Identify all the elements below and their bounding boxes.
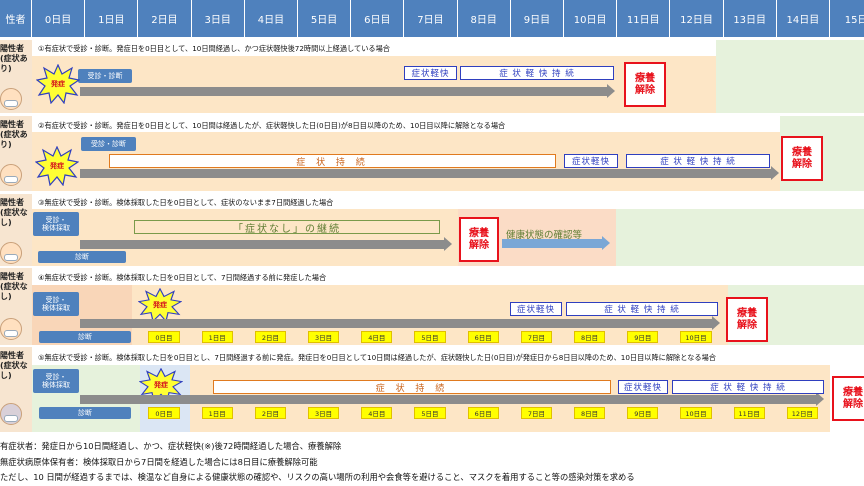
onset-label: 発症: [50, 162, 64, 170]
day-counter-cell: 8日目: [574, 407, 606, 419]
day-counter-cell: 9日目: [627, 407, 659, 419]
patient-masked-icon: [0, 242, 22, 264]
lane-1-released-bg: [716, 40, 864, 113]
header-day-1: 1日目: [85, 0, 139, 37]
relief-continue-box: 症 状 軽 快 持 続: [566, 302, 718, 316]
footer-note-caution: ただし、10 日間が経過するまでは、検温など自身による健康状態の確認や、リスクの…: [0, 472, 635, 482]
header-day-14: 14日目: [776, 0, 830, 37]
day-counter-cell: 4日目: [361, 407, 393, 419]
header-day-0: 0日目: [32, 0, 86, 37]
header-corner-cell: 性者: [0, 0, 32, 37]
day-counter-cell: 9日目: [627, 331, 659, 343]
relief-continue-box: 症 状 軽 快 持 続: [672, 380, 824, 394]
day-counter-cell: 2日目: [254, 331, 286, 343]
day-counter-cell: 1日目: [201, 407, 233, 419]
header-day-6: 6日目: [351, 0, 405, 37]
header-day-3: 3日目: [191, 0, 245, 37]
release-box: 療養 解除: [726, 297, 768, 342]
patient-masked-icon: [0, 164, 22, 186]
release-box: 療養 解除: [459, 217, 499, 262]
diagnosis-box: 診断: [38, 251, 126, 263]
day-counter-cell: 10日目: [680, 407, 712, 419]
header-day-10: 10日目: [564, 0, 618, 37]
footer-note-symptomatic: 有症状者：発症日から10日間経過し、かつ、症状軽快(※)後72時間経過した場合、…: [0, 441, 342, 451]
onset-label: 発症: [153, 301, 167, 309]
lane-3-timeline-arrow: [80, 237, 452, 251]
lane-1: 陽性者 (症状あ り) ①有症状で受診・診断。発症日を0日目として、10日間経過…: [0, 40, 864, 113]
day-counter-cell: 12日目: [786, 407, 818, 419]
patient-masked-icon: [0, 88, 22, 110]
day-counter-cell: 4日目: [361, 331, 393, 343]
day-counter-cell: 5日目: [414, 407, 446, 419]
day-counter-cell: 2日目: [254, 407, 286, 419]
day-counter-cell: 3日目: [308, 331, 340, 343]
header-day-5: 5日目: [298, 0, 352, 37]
lane-5-timeline-arrow: [80, 392, 824, 406]
patient-masked-icon: [0, 318, 22, 340]
consult-test-box: 受診・ 検体採取: [33, 369, 79, 393]
relief-continue-box: 症 状 軽 快 持 続: [626, 154, 770, 168]
consult-test-box: 受診・ 検体採取: [33, 212, 79, 236]
day-counter-cell: 1日目: [201, 331, 233, 343]
onset-label: 発症: [51, 80, 65, 88]
lane-5-description: ⑤無症状で受診・診断。検体採取した日を0日目とし、7日間経過する前に発症。発症日…: [38, 353, 716, 362]
symptom-continue-box: 症 状 持 続: [213, 380, 611, 394]
release-box: 療養 解除: [624, 62, 666, 107]
header-day-15: 15日: [830, 0, 864, 37]
consult-diagnosis-box: 受診・診断: [78, 69, 132, 83]
header-day-4: 4日目: [244, 0, 298, 37]
header-day-2: 2日目: [138, 0, 192, 37]
lane-4: 陽性者 (症状な し) ④無症状で受診・診断。検体採取した日を0日目として、7日…: [0, 268, 864, 345]
relief-continue-box: 症 状 軽 快 持 続: [460, 66, 614, 80]
header-day-7: 7日目: [404, 0, 458, 37]
recovery-timeline-diagram: 性者 0日目 1日目 2日目 3日目 4日目 5日目 6日目 7日目 8日目 9日目 10日目 11日…: [0, 0, 864, 486]
lane-3-description: ③無症状で受診・診断。検体採取した日を0日目として、症状のないまま7日間経過した…: [38, 198, 334, 207]
consult-test-box: 受診・ 検体採取: [33, 292, 79, 316]
lane-5: 陽性者 (症状な し) ⑤無症状で受診・診断。検体採取した日を0日目とし、7日間…: [0, 347, 864, 432]
day-counter-cell: 8日目: [574, 331, 606, 343]
day-counter-cell: 0日目: [148, 331, 180, 343]
health-check-label: 健康状態の確認等: [506, 230, 583, 241]
lane-1-timeline-arrow: [80, 84, 615, 98]
day-counter-cell: 3日目: [308, 407, 340, 419]
day-counter-cell: 6日目: [467, 331, 499, 343]
diagnosis-box: 診断: [39, 407, 131, 419]
lane-2-timeline-arrow: [80, 166, 779, 180]
day-counter-cell: 0日目: [148, 407, 180, 419]
day-counter-cell: 11日目: [733, 407, 765, 419]
patient-elderly-masked-icon: [0, 403, 22, 425]
release-box: 療養 解除: [832, 376, 864, 421]
no-symptom-continue-box: 「症状なし」の継続: [134, 220, 440, 235]
lane-3: 陽性者 (症状な し) ③無症状で受診・診断。検体採取した日を0日目として、症状…: [0, 194, 864, 266]
symptom-relief-box: 症状軽快: [510, 302, 562, 316]
header-day-12: 12日目: [670, 0, 724, 37]
release-box: 療養 解除: [781, 136, 823, 181]
lane-2: 陽性者 (症状あ り) ②有症状で受診・診断。発症日を0日目として、10日間は経…: [0, 116, 864, 191]
symptom-continue-box: 症 状 持 続: [109, 154, 556, 168]
symptom-relief-box: 症状軽快: [404, 66, 457, 80]
lane-1-description: ①有症状で受診・診断。発症日を0日目として、10日間経過し、かつ症状軽快後72時…: [38, 44, 390, 53]
lane-4-description: ④無症状で受診・診断。検体採取した日を0日目として、7日間経過する前に発症した場…: [38, 273, 327, 282]
diagnosis-box: 診断: [39, 331, 131, 343]
day-counter-cell: 7日目: [520, 331, 552, 343]
symptom-relief-box: 症状軽快: [564, 154, 618, 168]
lane-2-description: ②有症状で受診・診断。発症日を0日目として、10日間は経過したが、症状軽快した日…: [38, 121, 506, 130]
header-day-11: 11日目: [617, 0, 671, 37]
footer-note-asymptomatic: 無症状病原体保有者：検体採取日から7日間を経過した場合には8日目に療養解除可能: [0, 457, 318, 467]
lane-4-timeline-arrow: [80, 316, 720, 330]
symptom-relief-box: 症状軽快: [618, 380, 668, 394]
header-day-8: 8日目: [457, 0, 511, 37]
day-counter-cell: 7日目: [520, 407, 552, 419]
header-day-13: 13日目: [723, 0, 777, 37]
consult-diagnosis-box: 受診・診断: [81, 137, 136, 151]
header-day-9: 9日目: [510, 0, 564, 37]
day-counter-cell: 5日目: [414, 331, 446, 343]
day-counter-cell: 10日目: [680, 331, 712, 343]
day-counter-cell: 6日目: [467, 407, 499, 419]
